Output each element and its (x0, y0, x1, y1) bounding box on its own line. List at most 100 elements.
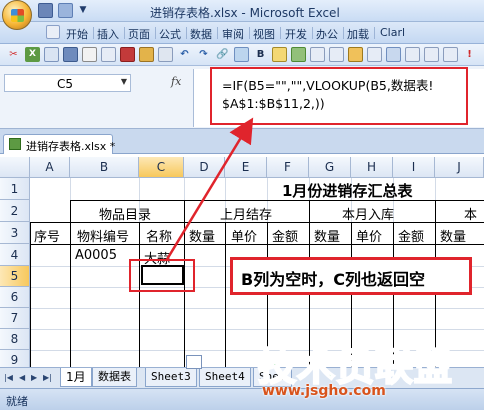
tab-separator (155, 27, 156, 39)
chevron-down-icon[interactable]: ▼ (121, 77, 127, 86)
sum-icon[interactable] (348, 47, 363, 62)
tab-separator (312, 27, 313, 39)
print-icon[interactable] (82, 47, 97, 62)
copy-icon[interactable] (158, 47, 173, 62)
tab-separator (124, 27, 125, 39)
table-icon[interactable] (234, 47, 249, 62)
annotation-text: B列为空时，C列也返回空 (241, 270, 425, 289)
header-cell-f3[interactable]: 金额 (272, 226, 298, 245)
tab-insert[interactable]: 插入 (97, 26, 119, 42)
tab-separator (249, 27, 250, 39)
paste-options-icon[interactable] (186, 355, 202, 369)
tab-separator (217, 27, 218, 39)
cell-b4[interactable]: A0005 (75, 248, 117, 263)
excel-icon[interactable]: X (25, 47, 40, 62)
office-button[interactable] (2, 0, 32, 30)
prev-sheet-icon[interactable]: ◀ (19, 373, 25, 382)
row-header-6[interactable]: 6 (0, 287, 30, 308)
fill-color-icon[interactable] (424, 47, 439, 62)
workbook-icon (9, 138, 21, 150)
zoom-icon[interactable] (329, 47, 344, 62)
font-color-icon[interactable] (443, 47, 458, 62)
chart-icon[interactable] (291, 47, 306, 62)
tab-separator (280, 27, 281, 39)
sort-icon[interactable] (272, 47, 287, 62)
header-cell-e3[interactable]: 单价 (231, 226, 257, 245)
tab-separator (343, 27, 344, 39)
drawing-icon[interactable] (310, 47, 325, 62)
tab-addins[interactable]: 加载 (347, 26, 369, 42)
row-header-7[interactable]: 7 (0, 308, 30, 329)
ribbon-minimize-icon[interactable] (46, 25, 60, 39)
row-header-3[interactable]: 3 (0, 222, 30, 244)
bold-icon[interactable]: B (253, 47, 268, 62)
header-group-stock-in[interactable]: 本月入库 (342, 204, 394, 223)
redo-toolbar-icon[interactable]: ↷ (196, 47, 211, 62)
ribbon-tabs: 开始 插入 页面 公式 数据 审阅 视图 开发 办公 加载 Clarl (0, 22, 484, 44)
sheet-tab-sheet3[interactable]: Sheet3 (145, 368, 197, 387)
header-cell-g3[interactable]: 数量 (314, 226, 340, 245)
tab-formulas[interactable]: 公式 (159, 26, 181, 42)
sheet-tab-data[interactable]: 数据表 (92, 368, 137, 387)
quick-access-dropdown-icon[interactable]: ▼ (78, 3, 88, 18)
header-cell-a3[interactable]: 序号 (34, 226, 60, 245)
save-icon[interactable] (38, 3, 53, 18)
formula-highlight-box (210, 67, 468, 125)
header-cell-h3[interactable]: 单价 (356, 226, 382, 245)
workbook-tab-strip: 进销存表格.xlsx * (0, 129, 484, 154)
tab-separator (374, 27, 375, 39)
print-preview-icon[interactable] (101, 47, 116, 62)
workbook-name: 进销存表格.xlsx * (26, 140, 116, 153)
tab-page[interactable]: 页面 (128, 26, 150, 42)
name-box[interactable]: C5 ▼ (4, 74, 131, 92)
sheet-tab-sheet4[interactable]: Sheet4 (199, 368, 251, 387)
tab-separator (93, 27, 94, 39)
next-sheet-icon[interactable]: ▶ (31, 373, 37, 382)
row-header-5[interactable]: 5 (0, 266, 30, 287)
header-group-partial[interactable]: 本 (464, 204, 477, 223)
row-header-4[interactable]: 4 (0, 244, 30, 266)
header-cell-i3[interactable]: 金额 (398, 226, 424, 245)
tab-separator (186, 27, 187, 39)
help-icon[interactable]: ! (462, 47, 477, 62)
save-toolbar-icon[interactable] (63, 47, 78, 62)
workbook-tab[interactable]: 进销存表格.xlsx * (3, 134, 116, 154)
name-box-value: C5 (57, 77, 74, 91)
last-sheet-icon[interactable]: ▶| (43, 373, 52, 382)
tab-review[interactable]: 审阅 (222, 26, 244, 42)
spelling-icon[interactable] (120, 47, 135, 62)
hyperlink-icon[interactable]: 🔗 (215, 47, 230, 62)
filter-icon[interactable] (367, 47, 382, 62)
borders-icon[interactable] (386, 47, 401, 62)
header-cell-c3[interactable]: 名称 (146, 226, 172, 245)
cell-highlight-box (129, 259, 195, 292)
header-cell-d3[interactable]: 数量 (189, 226, 215, 245)
tab-home[interactable]: 开始 (66, 26, 88, 42)
tab-office[interactable]: 办公 (316, 26, 338, 42)
header-group-last-month[interactable]: 上月结存 (220, 204, 272, 223)
open-icon[interactable] (44, 47, 59, 62)
format-painter-icon[interactable] (139, 47, 154, 62)
first-sheet-icon[interactable]: |◀ (4, 373, 13, 382)
header-cell-j3[interactable]: 数量 (440, 226, 466, 245)
undo-toolbar-icon[interactable]: ↶ (177, 47, 192, 62)
status-bar: 就绪 (0, 388, 484, 410)
tab-developer[interactable]: 开发 (285, 26, 307, 42)
header-cell-b3[interactable]: 物料编号 (77, 226, 129, 245)
row-header-8[interactable]: 8 (0, 329, 30, 350)
tab-view[interactable]: 视图 (253, 26, 275, 42)
merge-icon[interactable] (405, 47, 420, 62)
sheet-title-cell[interactable]: 1月份进销存汇总表 (282, 180, 412, 201)
undo-icon[interactable] (58, 3, 73, 18)
header-group-catalog[interactable]: 物品目录 (99, 204, 151, 223)
status-ready: 就绪 (6, 395, 28, 408)
row-header-2[interactable]: 2 (0, 200, 30, 222)
cut-icon[interactable]: ✂ (6, 47, 21, 62)
insert-function-icon[interactable]: fx (171, 75, 181, 88)
office-logo-icon (11, 9, 24, 22)
toolbar: ✂ X ↶ ↷ 🔗 B ! (0, 44, 484, 66)
sheet-tab-jan[interactable]: 1月 (60, 368, 92, 387)
tab-data[interactable]: 数据 (190, 26, 212, 42)
row-header-1[interactable]: 1 (0, 178, 30, 200)
tab-clarl[interactable]: Clarl (380, 26, 405, 39)
